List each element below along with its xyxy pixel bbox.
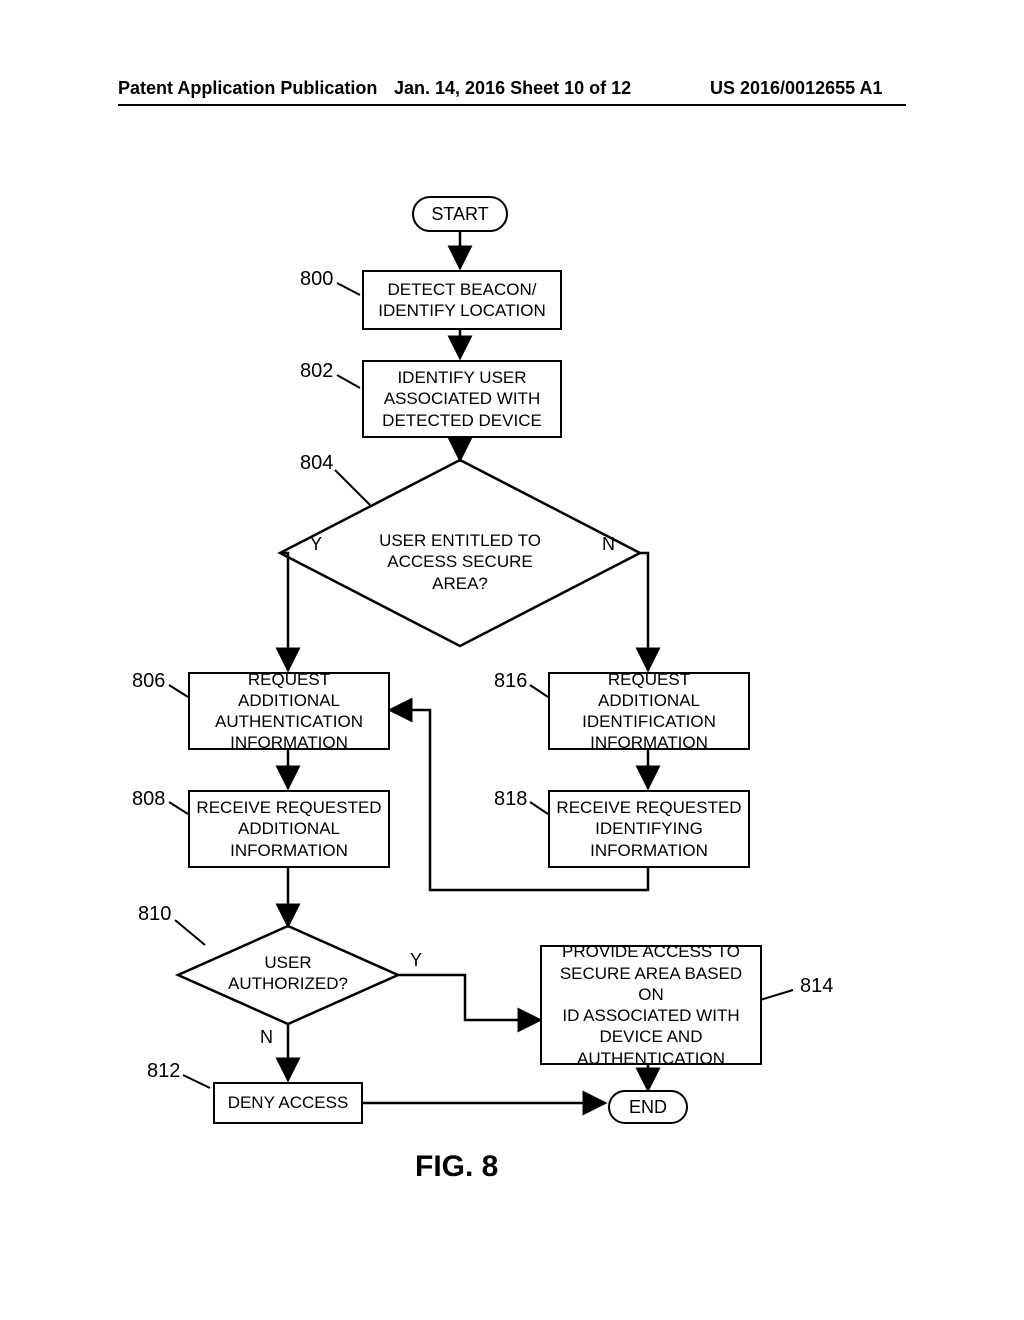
branch-804-yes: Y: [310, 534, 322, 555]
branch-810-no: N: [260, 1027, 273, 1048]
step-816-text: REQUEST ADDITIONAL IDENTIFICATION INFORM…: [556, 669, 742, 754]
header-center: Jan. 14, 2016 Sheet 10 of 12: [394, 78, 631, 99]
branch-804-no: N: [602, 534, 615, 555]
header-rule: [118, 104, 906, 106]
terminator-start-label: START: [431, 203, 488, 226]
step-800: DETECT BEACON/ IDENTIFY LOCATION: [362, 270, 562, 330]
ref-818: 818: [494, 788, 527, 811]
step-814-text: PROVIDE ACCESS TO SECURE AREA BASED ON I…: [548, 941, 754, 1069]
step-818-text: RECEIVE REQUESTED IDENTIFYING INFORMATIO…: [556, 797, 741, 861]
step-808-text: RECEIVE REQUESTED ADDITIONAL INFORMATION: [196, 797, 381, 861]
terminator-end-label: END: [629, 1096, 667, 1119]
step-800-text: DETECT BEACON/ IDENTIFY LOCATION: [378, 279, 546, 322]
step-802: IDENTIFY USER ASSOCIATED WITH DETECTED D…: [362, 360, 562, 438]
step-816: REQUEST ADDITIONAL IDENTIFICATION INFORM…: [548, 672, 750, 750]
ref-814: 814: [800, 975, 833, 998]
figure-caption: FIG. 8: [415, 1150, 498, 1184]
step-808: RECEIVE REQUESTED ADDITIONAL INFORMATION: [188, 790, 390, 868]
terminator-start: START: [412, 196, 508, 232]
step-818: RECEIVE REQUESTED IDENTIFYING INFORMATIO…: [548, 790, 750, 868]
ref-810: 810: [138, 903, 171, 926]
patent-page: Patent Application Publication Jan. 14, …: [0, 0, 1024, 1320]
ref-812: 812: [147, 1060, 180, 1083]
ref-800: 800: [300, 268, 333, 291]
step-802-text: IDENTIFY USER ASSOCIATED WITH DETECTED D…: [382, 367, 542, 431]
decision-810-text: USER AUTHORIZED?: [218, 952, 358, 995]
ref-808: 808: [132, 788, 165, 811]
header-right: US 2016/0012655 A1: [710, 78, 882, 99]
step-814: PROVIDE ACCESS TO SECURE AREA BASED ON I…: [540, 945, 762, 1065]
decision-810-label: USER AUTHORIZED?: [228, 953, 348, 993]
flowchart-edges: [0, 0, 1024, 1320]
step-812-text: DENY ACCESS: [228, 1092, 349, 1113]
branch-810-yes: Y: [410, 950, 422, 971]
terminator-end: END: [608, 1090, 688, 1124]
ref-816: 816: [494, 670, 527, 693]
step-806-text: REQUEST ADDITIONAL AUTHENTICATION INFORM…: [196, 669, 382, 754]
ref-804: 804: [300, 452, 333, 475]
header-left: Patent Application Publication: [118, 78, 377, 99]
decision-804-text: USER ENTITLED TO ACCESS SECURE AREA?: [360, 530, 560, 594]
decision-804-label: USER ENTITLED TO ACCESS SECURE AREA?: [379, 531, 541, 593]
ref-802: 802: [300, 360, 333, 383]
step-812: DENY ACCESS: [213, 1082, 363, 1124]
step-806: REQUEST ADDITIONAL AUTHENTICATION INFORM…: [188, 672, 390, 750]
ref-806: 806: [132, 670, 165, 693]
